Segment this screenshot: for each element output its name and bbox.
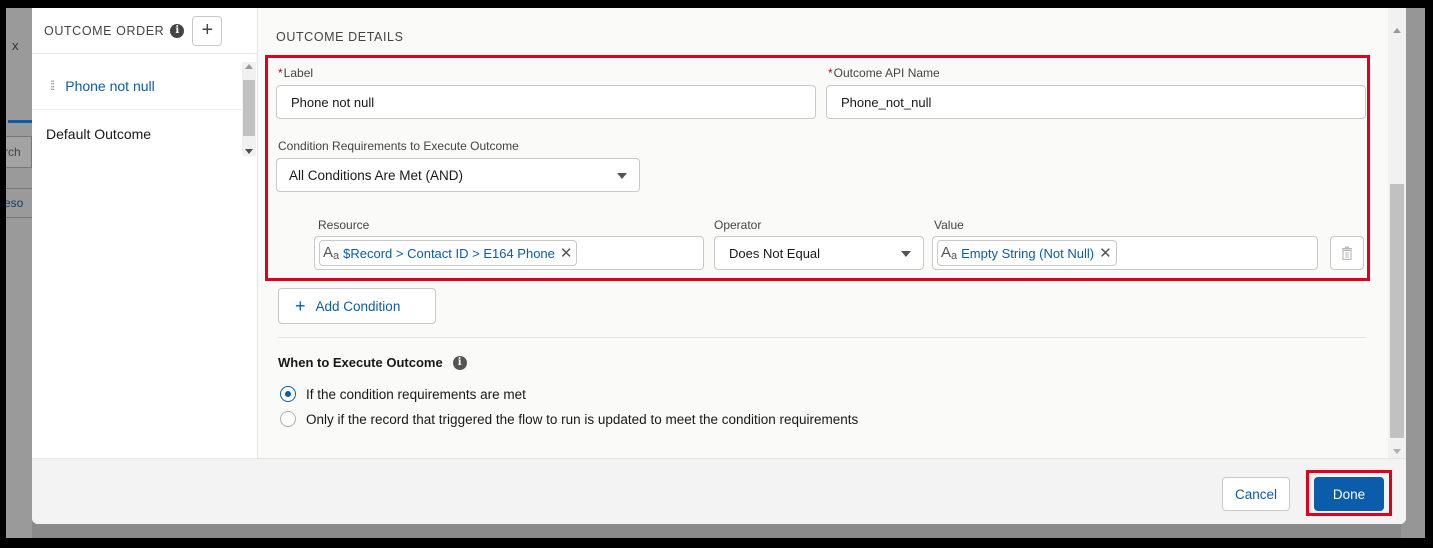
- outcome-list: ⁞⁞ Phone not null Default Outcome: [32, 62, 242, 158]
- scrollbar-thumb[interactable]: [1390, 184, 1404, 438]
- scroll-down-icon[interactable]: [1393, 449, 1401, 454]
- background-tab-indicator: [8, 120, 32, 123]
- when-to-execute-title: When to Execute Outcome i: [278, 355, 467, 370]
- scroll-down-icon[interactable]: [245, 149, 253, 154]
- info-icon[interactable]: i: [452, 355, 467, 370]
- outcome-order-header: OUTCOME ORDER i +: [32, 8, 257, 54]
- radio-option-condition-met[interactable]: If the condition requirements are met: [280, 386, 526, 402]
- radio-label: If the condition requirements are met: [306, 386, 526, 402]
- plus-icon: +: [295, 295, 306, 316]
- outcome-list-scrollbar[interactable]: [242, 62, 256, 156]
- info-icon[interactable]: i: [170, 23, 185, 38]
- radio-button[interactable]: [280, 386, 296, 402]
- when-to-execute-label: When to Execute Outcome: [278, 355, 443, 370]
- modal-footer: Cancel Done: [32, 458, 1406, 524]
- add-condition-label: Add Condition: [315, 298, 401, 314]
- radio-button[interactable]: [280, 411, 296, 427]
- outcome-item-label: Phone not null: [65, 77, 155, 94]
- background-search-fragment: rch: [6, 136, 32, 168]
- scroll-up-icon[interactable]: [1393, 28, 1401, 33]
- drag-handle-icon[interactable]: ⁞⁞: [50, 78, 55, 93]
- highlight-box-done: [1306, 470, 1392, 516]
- add-outcome-button[interactable]: +: [192, 15, 223, 46]
- outcome-item-phone-not-null[interactable]: ⁞⁞ Phone not null: [32, 62, 242, 110]
- section-divider: [278, 337, 1366, 338]
- outcome-details-title: OUTCOME DETAILS: [276, 30, 404, 44]
- outcome-order-title: OUTCOME ORDER: [44, 23, 165, 38]
- scrollbar-thumb[interactable]: [243, 80, 255, 136]
- background-close-icon: x: [12, 38, 19, 53]
- outcome-item-default[interactable]: Default Outcome: [32, 110, 242, 158]
- outcome-item-label: Default Outcome: [46, 126, 152, 142]
- radio-option-record-updated[interactable]: Only if the record that triggered the fl…: [280, 411, 858, 427]
- cancel-button[interactable]: Cancel: [1222, 477, 1290, 511]
- background-panel: x rch eso: [6, 8, 32, 538]
- outcome-modal: OUTCOME ORDER i + ⁞⁞ Phone not null Defa…: [32, 8, 1406, 524]
- highlight-box-details: [265, 55, 1370, 281]
- add-condition-button[interactable]: + Add Condition: [278, 288, 436, 324]
- radio-label: Only if the record that triggered the fl…: [306, 411, 859, 427]
- outcome-order-panel: OUTCOME ORDER i + ⁞⁞ Phone not null Defa…: [32, 8, 258, 458]
- details-scrollbar[interactable]: [1388, 8, 1406, 458]
- scroll-up-icon[interactable]: [245, 64, 253, 69]
- background-resource-fragment: eso: [6, 188, 32, 218]
